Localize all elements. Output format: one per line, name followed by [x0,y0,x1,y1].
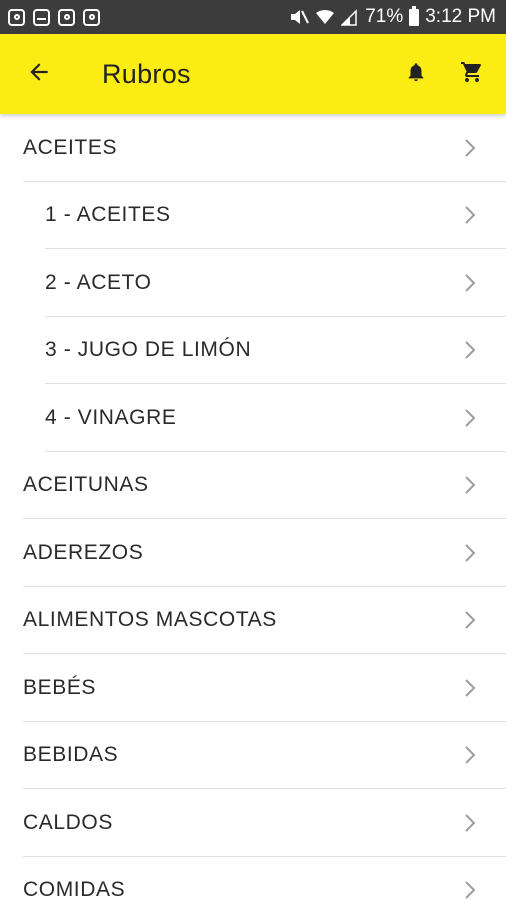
list-item-label: CALDOS [23,810,113,834]
list-item[interactable]: 3 - JUGO DE LIMÓN [0,317,506,384]
page-title: Rubros [102,58,191,89]
chevron-right-icon [464,610,476,630]
wifi-icon [315,8,335,26]
notifications-button[interactable] [388,34,444,114]
gallery-icon [33,8,50,26]
app-icon [58,8,75,26]
list-item[interactable]: ACEITES [0,114,506,182]
cart-button[interactable] [444,34,500,114]
chevron-right-icon [464,880,476,900]
list-item[interactable]: COMIDAS [0,857,506,900]
status-bar: 71% 3:12 PM [0,0,506,34]
list-item-label: 4 - VINAGRE [45,405,177,429]
list-item[interactable]: 2 - ACETO [0,249,506,317]
chevron-right-icon [464,678,476,698]
chevron-right-icon [464,813,476,833]
system-icons: 71% 3:12 PM [289,5,496,28]
list-item-label: COMIDAS [23,878,126,900]
back-button[interactable] [0,34,78,114]
clock: 3:12 PM [425,6,496,27]
list-item-label: ACEITUNAS [23,473,149,497]
list-item-label: BEBIDAS [23,743,119,767]
battery-icon [409,5,420,26]
chevron-right-icon [464,340,476,360]
cart-icon [460,60,484,89]
list-item[interactable]: 4 - VINAGRE [0,384,506,452]
list-item[interactable]: ALIMENTOS MASCOTAS [0,587,506,654]
chevron-right-icon [464,475,476,495]
list-item[interactable]: BEBÉS [0,654,506,722]
mute-icon [289,8,310,26]
notification-icons [8,8,100,26]
app-bar: Rubros [0,34,506,114]
chevron-right-icon [464,543,476,563]
category-list: ACEITES 1 - ACEITES 2 - ACETO 3 - JUGO D… [0,114,506,900]
list-item[interactable]: ADEREZOS [0,519,506,587]
list-item[interactable]: 1 - ACEITES [0,182,506,249]
list-item-label: ADEREZOS [23,540,144,564]
chevron-right-icon [464,138,476,158]
chevron-right-icon [464,205,476,225]
back-arrow-icon [26,59,52,90]
list-item-label: 1 - ACEITES [45,203,171,227]
signal-icon [341,8,357,26]
list-item-label: BEBÉS [23,675,97,699]
chevron-right-icon [464,273,476,293]
list-item[interactable]: BEBIDAS [0,722,506,789]
bell-icon [405,60,427,89]
list-item-label: ALIMENTOS MASCOTAS [23,608,277,632]
list-item-label: 2 - ACETO [45,270,152,294]
list-item-label: ACEITES [23,135,118,159]
list-item[interactable]: ACEITUNAS [0,452,506,519]
chevron-right-icon [464,745,476,765]
list-item[interactable]: CALDOS [0,789,506,857]
battery-percent: 71% [365,6,404,27]
instagram-icon [8,8,25,26]
app-icon [83,8,100,26]
chevron-right-icon [464,408,476,428]
list-item-label: 3 - JUGO DE LIMÓN [45,338,252,362]
